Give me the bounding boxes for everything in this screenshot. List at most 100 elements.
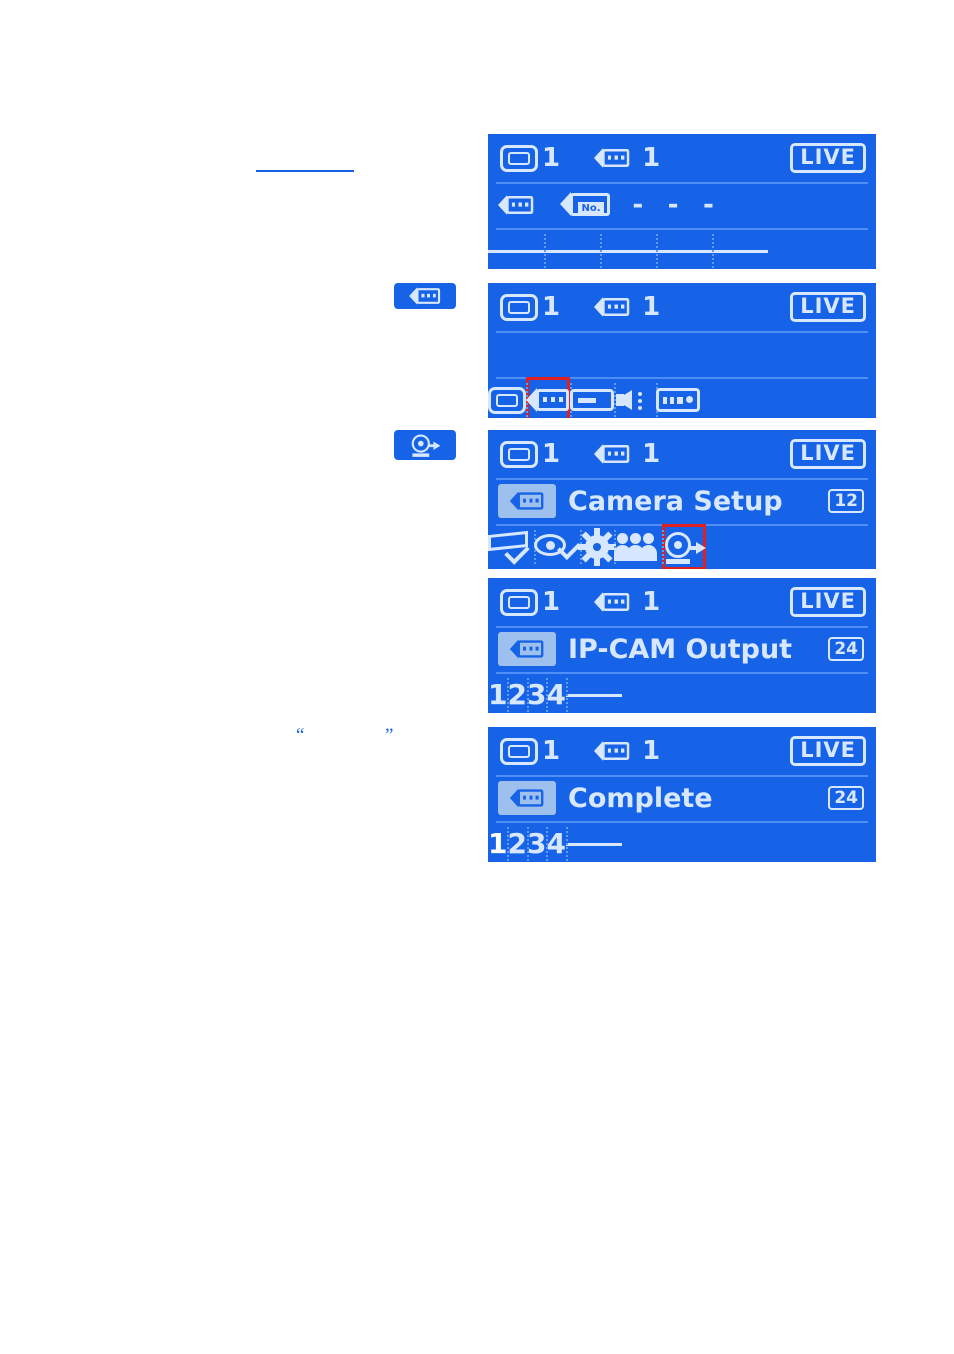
- monitor-count: 1: [542, 143, 561, 173]
- segment-cell[interactable]: [544, 228, 600, 269]
- segment-cell[interactable]: [565, 672, 622, 713]
- panel-5-bottom: 1 2 3 4: [488, 821, 876, 862]
- segment-cell[interactable]: 1: [488, 672, 507, 713]
- panel-4-title-row: IP-CAM Output 24: [488, 626, 876, 672]
- segment-cell[interactable]: [600, 228, 656, 269]
- eye-check-icon: [534, 534, 582, 561]
- camera-icon: [509, 491, 544, 511]
- camera-count: 1: [642, 587, 661, 617]
- monitor-count: 1: [542, 439, 561, 469]
- segment-label: 4: [546, 827, 566, 860]
- menu-title: Camera Setup: [568, 485, 783, 517]
- camera-count: 1: [642, 143, 661, 173]
- menu-icon-recorder[interactable]: [570, 377, 614, 418]
- monitor-count: 1: [542, 292, 561, 322]
- recorder-icon: [570, 389, 614, 411]
- lcd-panel-3: 1 1 LIVE Camera Setup 12: [488, 430, 876, 569]
- menu-icon-camera[interactable]: [526, 377, 570, 418]
- lcd-panel-2: 1 1 LIVE: [488, 283, 876, 418]
- remote-icon: [656, 388, 700, 412]
- menu-icon-record-check[interactable]: [488, 524, 534, 569]
- segment-label: 2: [507, 678, 527, 711]
- monitor-icon: [500, 144, 538, 172]
- camera-tag: [498, 632, 556, 666]
- lcd-panel-4: 1 1 LIVE IP-CAM Output 24 1 2 3 4: [488, 578, 876, 713]
- menu-title: Complete: [568, 782, 713, 814]
- panel-3-bottom: [488, 524, 876, 569]
- menu-icon-eye-check[interactable]: [534, 524, 582, 569]
- panel-3-header: 1 1 LIVE: [488, 430, 876, 478]
- monitor-icon: [500, 293, 538, 321]
- quote-close-mark: ”: [385, 725, 394, 746]
- status-badge: LIVE: [790, 439, 866, 469]
- segment-cell[interactable]: 1: [488, 821, 507, 862]
- camera-count: 1: [642, 439, 661, 469]
- lcd-panel-1: 1 1 LIVE No. - - -: [488, 134, 876, 269]
- ipcam-output-icon: [410, 433, 441, 457]
- monitor-icon: [500, 588, 538, 616]
- page-badge: 24: [828, 786, 864, 810]
- segment-cell[interactable]: [712, 228, 768, 269]
- panel-3-title-row: Camera Setup 12: [488, 478, 876, 524]
- lcd-panel-5: 1 1 LIVE Complete 24 1 2 3 4: [488, 727, 876, 862]
- panel-5-header: 1 1 LIVE: [488, 727, 876, 775]
- panel-2-bottom: [488, 377, 876, 418]
- camera-icon: [594, 148, 630, 168]
- segment-cell[interactable]: 4: [546, 672, 566, 713]
- camera-count: 1: [642, 736, 661, 766]
- status-badge: LIVE: [790, 292, 866, 322]
- camera-icon: [509, 788, 544, 808]
- panel-1-middle: No. - - -: [488, 182, 876, 228]
- camera-icon: [498, 195, 534, 215]
- page-badge: 24: [828, 637, 864, 661]
- segment-cell[interactable]: [488, 228, 544, 269]
- camera-count: 1: [642, 292, 661, 322]
- status-badge: LIVE: [790, 143, 866, 173]
- ipcam-output-icon: [662, 530, 706, 564]
- menu-icon-speaker[interactable]: [614, 377, 656, 418]
- monitor-icon: [500, 737, 538, 765]
- segment-cell[interactable]: [565, 821, 622, 862]
- panel-4-header: 1 1 LIVE: [488, 578, 876, 626]
- menu-icon-gear[interactable]: [578, 524, 616, 569]
- camera-icon: [526, 388, 570, 412]
- camera-icon: [594, 297, 630, 317]
- segment-label: 1: [488, 678, 508, 711]
- monitor-count: 1: [542, 587, 561, 617]
- users-icon: [614, 532, 662, 562]
- camera-number-value: - - -: [630, 190, 719, 220]
- monitor-icon: [488, 386, 526, 414]
- camera-icon: [594, 741, 630, 761]
- monitor-count: 1: [542, 736, 561, 766]
- camera-tag: [498, 781, 556, 815]
- status-badge: LIVE: [790, 587, 866, 617]
- page-badge: 12: [828, 489, 864, 513]
- segment-cell[interactable]: 4: [546, 821, 566, 862]
- panel-5-title-row: Complete 24: [488, 775, 876, 821]
- camera-tag: [498, 484, 556, 518]
- gear-icon: [578, 528, 616, 566]
- panel-2-middle-blank: [488, 331, 876, 377]
- menu-icon-users[interactable]: [614, 524, 662, 569]
- segment-label: 3: [526, 678, 547, 711]
- menu-icon-remote[interactable]: [656, 377, 700, 418]
- segment-cell[interactable]: 2: [507, 672, 527, 713]
- camera-icon: [509, 639, 544, 659]
- segment-cell[interactable]: 2: [507, 821, 527, 862]
- camera-number-label: No.: [578, 202, 604, 216]
- segment-cell[interactable]: [656, 228, 712, 269]
- quote-open-mark: “: [296, 725, 305, 746]
- menu-title: IP-CAM Output: [568, 633, 793, 665]
- panel-1-header: 1 1 LIVE: [488, 134, 876, 182]
- section-underline: [256, 170, 354, 172]
- segment-label: 1: [488, 827, 508, 860]
- monitor-icon: [500, 440, 538, 468]
- menu-icon-ipcam-output[interactable]: [662, 524, 706, 569]
- camera-icon: [594, 444, 630, 464]
- segment-cell[interactable]: 3: [526, 672, 547, 713]
- segment-cell[interactable]: 3: [526, 821, 547, 862]
- segment-label: 4: [546, 678, 566, 711]
- segment-label: 3: [526, 827, 547, 860]
- menu-icon-monitor[interactable]: [488, 377, 526, 418]
- speaker-icon: [614, 386, 656, 414]
